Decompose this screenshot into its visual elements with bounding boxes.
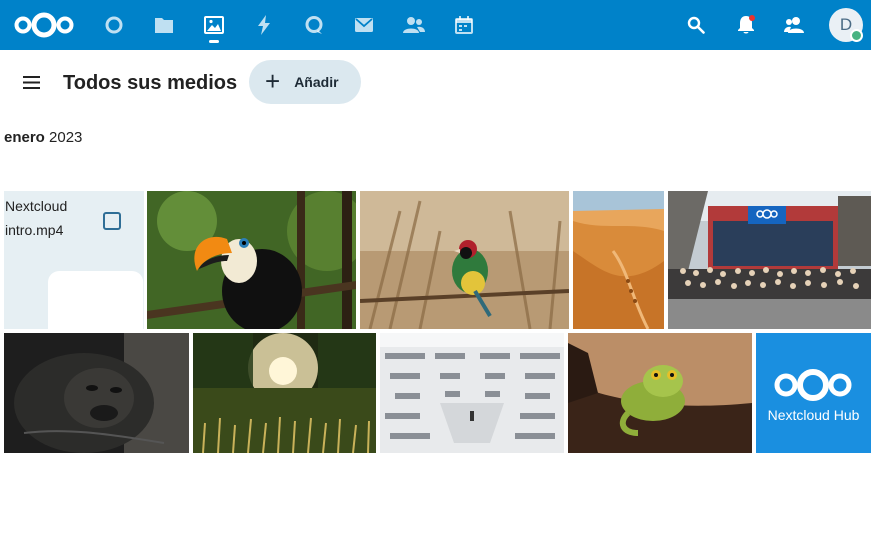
photo-gorilla[interactable] — [4, 333, 189, 453]
photo-library[interactable] — [380, 333, 564, 453]
navigation-toggle-button[interactable] — [16, 67, 46, 97]
notification-badge — [749, 15, 755, 21]
notifications-icon[interactable] — [733, 12, 759, 38]
dashboard-icon[interactable] — [101, 12, 127, 38]
nextcloud-hub-label: Nextcloud Hub — [767, 407, 860, 423]
add-button-label: Añadir — [294, 74, 339, 90]
page-title: Todos sus medios — [63, 72, 238, 94]
photo-nextcloud-team[interactable] — [668, 191, 871, 329]
photo-desert-dunes[interactable] — [573, 191, 664, 329]
active-app-indicator — [209, 40, 219, 43]
hamburger-icon — [22, 75, 40, 89]
photo-toucan[interactable] — [147, 191, 356, 329]
files-icon[interactable] — [151, 12, 177, 38]
top-header: D — [0, 0, 871, 50]
search-icon[interactable] — [683, 12, 709, 38]
contacts-menu-icon[interactable] — [782, 12, 808, 38]
photo-gouldian-finch[interactable] — [360, 191, 569, 329]
nextcloud-logo[interactable] — [12, 9, 76, 41]
video-tile-nextcloud-intro[interactable]: Nextcloud intro.mp4 — [4, 191, 144, 329]
photo-nextcloud-hub[interactable]: Nextcloud Hub — [756, 333, 871, 453]
contacts-icon[interactable] — [401, 12, 427, 38]
photo-frog[interactable] — [568, 333, 752, 453]
plus-icon: + — [265, 66, 281, 96]
photo-sunset-field[interactable] — [193, 333, 376, 453]
video-file-name: Nextcloud intro.mp4 — [5, 198, 68, 238]
user-status-indicator — [850, 29, 863, 42]
photos-icon[interactable] — [201, 12, 227, 38]
add-button[interactable]: + Añadir — [249, 60, 361, 104]
nextcloud-hub-logo — [756, 333, 871, 453]
talk-icon[interactable] — [301, 12, 327, 38]
month-year: 2023 — [44, 129, 83, 146]
activity-icon[interactable] — [251, 12, 277, 38]
month-heading: enero 2023 — [4, 129, 82, 146]
video-icon — [48, 271, 144, 329]
calendar-icon[interactable] — [451, 12, 477, 38]
month-name: enero — [4, 129, 45, 146]
mail-icon[interactable] — [351, 12, 377, 38]
select-checkbox[interactable] — [103, 212, 121, 230]
